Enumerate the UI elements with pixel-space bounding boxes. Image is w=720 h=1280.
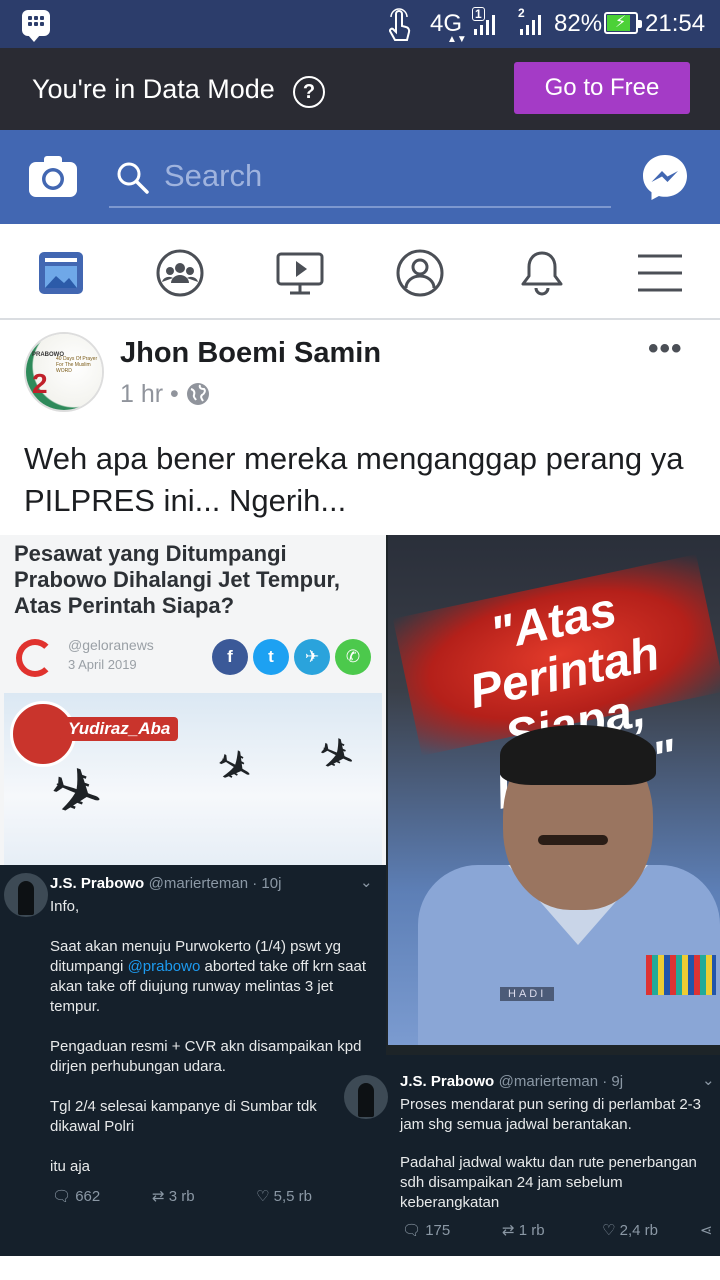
share-icon: ⋖	[700, 1222, 713, 1239]
go-to-free-button[interactable]: Go to Free	[514, 62, 690, 114]
network-arrows: ▲▼	[447, 34, 467, 45]
chevron-down-icon: ⌄	[702, 1072, 715, 1089]
tweet-replies: 🗨 662	[52, 1188, 101, 1205]
article-card: Pesawat yang Ditumpangi Prabowo Dihalang…	[0, 535, 386, 865]
like-icon: ♡	[602, 1222, 616, 1239]
medal-ribbons	[646, 955, 716, 995]
post-meta: 1 hr •	[120, 378, 210, 410]
article-source: @geloranews	[68, 637, 154, 653]
battery-icon: ⚡	[604, 12, 642, 34]
watermark-label: Yudiraz_Aba	[60, 717, 179, 741]
tweet-handle: @marierteman · 9j	[498, 1073, 624, 1090]
chevron-down-icon: ⌄	[360, 874, 373, 891]
tweet-avatar	[344, 1075, 388, 1119]
status-bar: 4G ▲▼ 1 2 82% ⚡ 21:54	[0, 0, 720, 48]
help-icon[interactable]: ?	[293, 76, 325, 108]
touch-icon	[389, 8, 411, 41]
name-tag: HADI	[500, 987, 555, 1001]
tweet-body: Proses mendarat pun sering di perlambat …	[400, 1096, 701, 1211]
like-icon: ♡	[256, 1188, 270, 1205]
camera-icon[interactable]	[28, 154, 78, 198]
article-date: 3 April 2019	[68, 657, 137, 672]
article-headline: Pesawat yang Ditumpangi Prabowo Dihalang…	[14, 541, 340, 618]
profile-icon[interactable]	[395, 248, 445, 298]
retweet-icon: ⇄	[502, 1222, 515, 1239]
twitter-share-icon: t	[253, 639, 289, 675]
menu-icon[interactable]	[636, 248, 686, 298]
search-input[interactable]: Search	[164, 158, 262, 194]
app-header: Search	[0, 130, 720, 224]
news-feed-icon[interactable]	[36, 248, 86, 298]
search-icon	[117, 162, 149, 194]
reply-icon: 🗨	[52, 1188, 72, 1205]
reply-icon: 🗨	[402, 1222, 422, 1239]
post-caption: Weh apa bener mereka menganggap perang y…	[24, 441, 684, 518]
author-name[interactable]: Jhon Boemi Samin	[120, 336, 381, 370]
tweet-handle: @marierteman · 10j	[148, 875, 282, 892]
gelora-logo	[16, 639, 54, 677]
more-options-button[interactable]: •••	[648, 334, 683, 364]
nav-bar	[0, 224, 720, 320]
tweet-avatar	[4, 873, 48, 917]
messenger-icon[interactable]	[641, 153, 689, 201]
tweet-replies: 🗨 175	[402, 1222, 451, 1239]
telegram-share-icon: ✈	[294, 639, 330, 675]
signal-sim2-icon: 2	[518, 7, 548, 35]
tweet-author: J.S. Prabowo	[400, 1073, 495, 1090]
post-image[interactable]: Pesawat yang Ditumpangi Prabowo Dihalang…	[0, 535, 720, 1256]
notifications-icon[interactable]	[517, 248, 567, 298]
globe-icon	[186, 383, 209, 405]
tweet-author: J.S. Prabowo	[50, 875, 145, 892]
retweet-icon: ⇄	[152, 1188, 165, 1205]
officer-photo: "Atas Perintah Siapa, Pak..!!!" HADI	[388, 535, 720, 1045]
bbm-icon	[22, 10, 50, 42]
tweet-body: Info, Saat akan menuju Purwokerto (1/4) …	[50, 898, 367, 1175]
watch-icon[interactable]	[275, 248, 325, 298]
battery-percent: 82%	[554, 10, 603, 37]
clock: 21:54	[645, 10, 706, 37]
tweet-likes: ♡ 5,5 rb	[256, 1188, 312, 1205]
meta-separator: •	[170, 380, 179, 408]
whatsapp-share-icon: ✆	[335, 639, 371, 675]
data-mode-bar: You're in Data Mode ? Go to Free	[0, 48, 720, 130]
facebook-share-icon: f	[212, 639, 248, 675]
author-avatar[interactable]: PRABOWO 40 Days Of Prayer For The Muslim…	[24, 332, 104, 412]
search-underline	[109, 206, 611, 208]
signal-sim1-icon: 1	[472, 7, 502, 35]
tweet-retweets: ⇄ 3 rb	[152, 1188, 195, 1205]
tweet-retweets: ⇄ 1 rb	[502, 1222, 545, 1239]
tweet-likes: ♡ 2,4 rb	[602, 1222, 658, 1239]
data-mode-message: You're in Data Mode	[32, 74, 275, 104]
post-time[interactable]: 1 hr	[120, 380, 163, 408]
groups-icon[interactable]	[155, 248, 205, 298]
